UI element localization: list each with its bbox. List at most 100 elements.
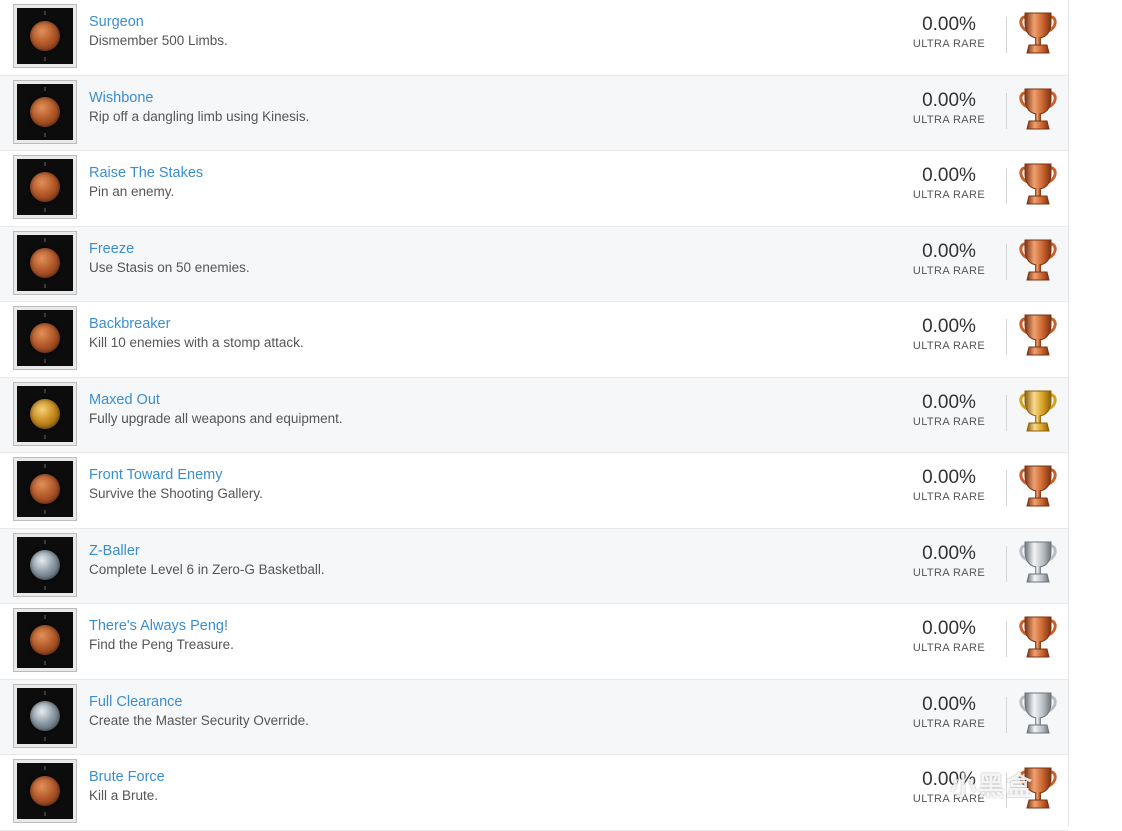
earned-percent: 0.00% [922, 693, 976, 715]
trophy-image-frame [17, 687, 73, 744]
bronze-trophy-icon [1019, 314, 1057, 356]
trophy-row[interactable]: Brute Force Kill a Brute. 0.00% ULTRA RARE [0, 755, 1068, 831]
silver-trophy-icon [1019, 692, 1057, 733]
medal-icon [30, 323, 60, 353]
trophy-row[interactable]: Backbreaker Kill 10 enemies with a stomp … [0, 302, 1068, 378]
trophy-list: Surgeon Dismember 500 Limbs. 0.00% ULTRA RA… [0, 0, 1069, 831]
medal-icon [30, 247, 60, 278]
trophy-image[interactable] [13, 683, 77, 748]
trophy-row[interactable]: Freeze Use Stasis on 50 enemies. 0.00% ULTR… [0, 226, 1068, 302]
trophy-image-frame [17, 536, 73, 593]
trophy-description: Pin an enemy. [89, 184, 175, 199]
trophy-title-link[interactable]: Z-Baller [89, 543, 140, 559]
medal-icon [30, 776, 60, 806]
rarity-label: ULTRA RARE [912, 113, 986, 126]
trophy-title-link[interactable]: Surgeon [89, 14, 144, 30]
earned-percent: 0.00% [922, 467, 976, 488]
divider [1006, 17, 1007, 53]
trophy-title-link[interactable]: Front Toward Enemy [89, 467, 223, 483]
trophy-image-frame [17, 8, 73, 64]
divider [1006, 168, 1007, 204]
trophy-image[interactable] [13, 79, 77, 144]
trophy-image[interactable] [13, 608, 77, 672]
medal-icon [30, 549, 60, 580]
bronze-trophy-icon [1019, 12, 1057, 54]
trophy-description: Kill 10 enemies with a stomp attack. [89, 335, 304, 350]
trophy-row[interactable]: Surgeon Dismember 500 Limbs. 0.00% ULTRA RA… [0, 0, 1068, 76]
medal-icon [30, 172, 60, 202]
earned-percent: 0.00% [922, 89, 976, 111]
trophy-image-frame [17, 385, 73, 442]
trophy-title-link[interactable]: Wishbone [89, 90, 153, 106]
divider [1006, 319, 1007, 355]
earned-percent: 0.00% [922, 618, 976, 639]
trophy-row[interactable]: Wishbone Rip off a dangling limb using Ki… [0, 75, 1068, 151]
trophy-image-frame [17, 83, 73, 140]
trophy-title-link[interactable]: Brute Force [89, 769, 165, 785]
trophy-title-link[interactable]: Freeze [89, 241, 134, 257]
trophy-image[interactable] [13, 155, 77, 219]
medal-icon [30, 474, 60, 504]
earned-percent: 0.00% [922, 165, 976, 186]
trophy-image[interactable] [13, 381, 77, 446]
bronze-trophy-icon [1019, 465, 1057, 507]
trophy-image-frame [17, 159, 73, 215]
trophy-row[interactable]: There's Always Peng! Find the Peng Treasu… [0, 604, 1068, 680]
bronze-trophy-icon [1019, 163, 1057, 205]
trophy-image-frame [17, 234, 73, 291]
trophy-image-frame [17, 763, 73, 819]
trophy-image[interactable] [13, 306, 77, 370]
rarity-label: ULTRA RARE [912, 415, 986, 428]
rarity-label: ULTRA RARE [912, 566, 986, 579]
trophy-description: Complete Level 6 in Zero-G Basketball. [89, 561, 325, 577]
trophy-title-link[interactable]: Maxed Out [89, 392, 160, 408]
trophy-image[interactable] [13, 230, 77, 295]
divider [1006, 470, 1007, 506]
trophy-image[interactable] [13, 4, 77, 68]
medal-icon [30, 96, 60, 127]
bronze-trophy-icon [1019, 239, 1057, 280]
trophy-row[interactable]: Maxed Out Fully upgrade all weapons and e… [0, 377, 1068, 453]
rarity-label: ULTRA RARE [912, 264, 986, 277]
rarity-label: ULTRA RARE [912, 340, 986, 352]
divider [1006, 772, 1007, 808]
trophy-title-link[interactable]: There's Always Peng! [89, 618, 228, 634]
trophy-image-frame [17, 310, 73, 366]
trophy-image[interactable] [13, 532, 77, 597]
trophy-row[interactable]: Z-Baller Complete Level 6 in Zero-G Baske… [0, 528, 1068, 604]
trophy-row[interactable]: Full Clearance Create the Master Security… [0, 679, 1068, 755]
medal-icon [30, 398, 60, 429]
divider [1006, 92, 1007, 129]
trophy-description: Create the Master Security Override. [89, 712, 309, 728]
trophy-title-link[interactable]: Full Clearance [89, 694, 183, 710]
earned-percent: 0.00% [922, 240, 976, 262]
trophy-title-link[interactable]: Raise The Stakes [89, 165, 203, 181]
rarity-label: ULTRA RARE [912, 38, 986, 50]
gold-trophy-icon [1019, 390, 1057, 431]
trophy-row[interactable]: Front Toward Enemy Survive the Shooting G… [0, 453, 1068, 529]
rarity-label: ULTRA RARE [912, 189, 986, 201]
trophy-description: Survive the Shooting Gallery. [89, 486, 263, 501]
earned-percent: 0.00% [922, 14, 976, 35]
trophy-title-link[interactable]: Backbreaker [89, 316, 170, 332]
trophy-row[interactable]: Raise The Stakes Pin an enemy. 0.00% ULTRA … [0, 151, 1068, 227]
divider [1006, 243, 1007, 280]
trophy-description: Dismember 500 Limbs. [89, 33, 228, 48]
rarity-label: ULTRA RARE [912, 793, 986, 805]
medal-icon [30, 625, 60, 655]
rarity-label: ULTRA RARE [912, 642, 986, 654]
trophy-image-frame [17, 612, 73, 668]
earned-percent: 0.00% [922, 542, 976, 564]
bronze-trophy-icon [1019, 767, 1057, 809]
trophy-description: Kill a Brute. [89, 788, 159, 803]
rarity-label: ULTRA RARE [912, 717, 986, 730]
trophy-image[interactable] [13, 457, 77, 521]
trophy-description: Use Stasis on 50 enemies. [89, 259, 250, 275]
trophy-description: Find the Peng Treasure. [89, 637, 234, 652]
earned-percent: 0.00% [922, 769, 976, 790]
trophy-image[interactable] [13, 759, 77, 823]
silver-trophy-icon [1019, 541, 1057, 582]
medal-icon [30, 21, 60, 51]
trophy-description: Fully upgrade all weapons and equipment. [89, 410, 343, 426]
medal-icon [30, 700, 60, 731]
